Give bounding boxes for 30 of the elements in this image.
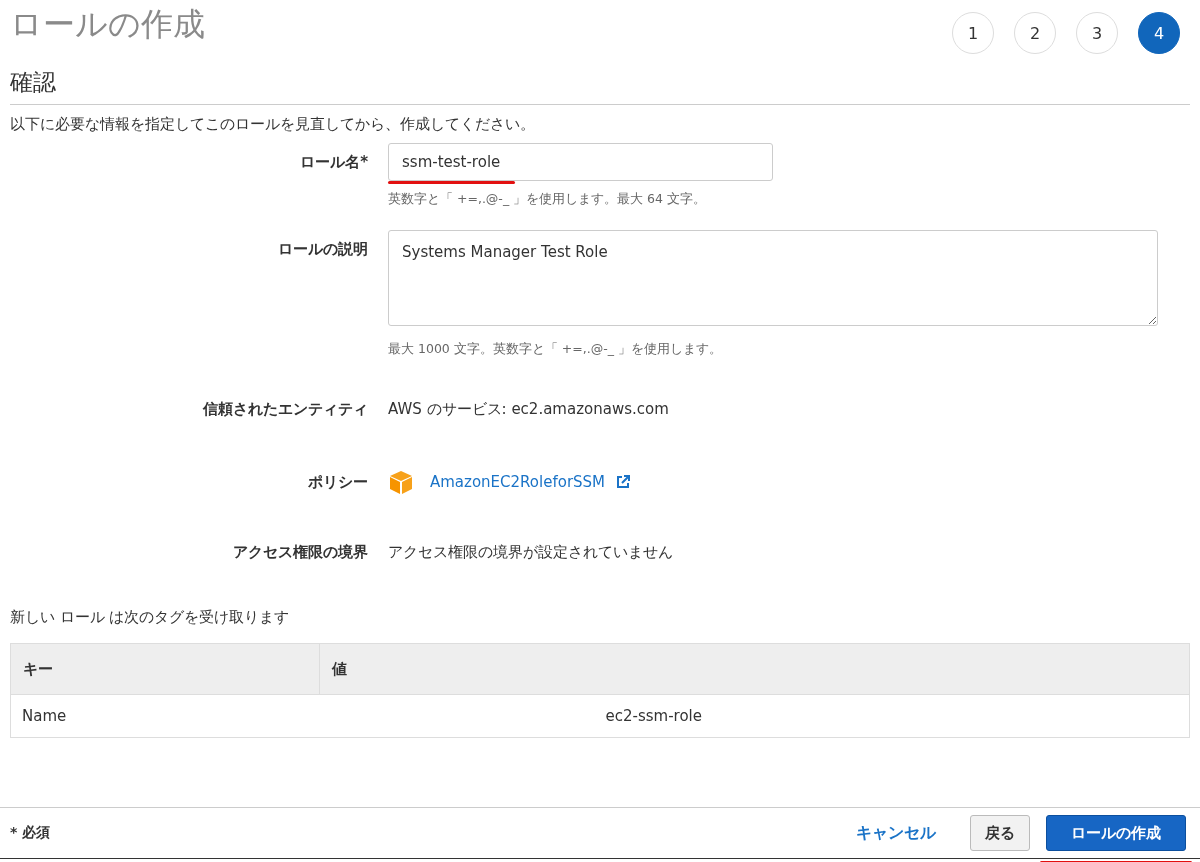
field-label: 信頼されたエンティティ (201, 400, 369, 419)
tags-caption: 新しい ロール は次のタグを受け取ります (10, 608, 291, 627)
trusted-entity-value: AWS のサービス: ec2.amazonaws.com (388, 400, 670, 419)
intro-text: 以下に必要な情報を指定してこのロールを見直してから、作成してください。 (10, 115, 536, 134)
create-role-button[interactable]: ロールの作成 (1046, 815, 1186, 851)
table-cell-text: ec2-ssm-role (605, 707, 703, 725)
field-label: アクセス権限の境界 (232, 543, 369, 562)
hint-text: 英数字と「 +=,.@-_ 」を使用します。最大 64 文字。 (388, 191, 707, 208)
page-title: ロールの作成 (10, 4, 205, 45)
step-indicator: 1 (952, 12, 994, 54)
back-button[interactable]: 戻る (970, 815, 1030, 851)
role-description-field[interactable]: Systems Manager Test Role (388, 230, 1158, 326)
section-heading: 確認 (10, 68, 57, 97)
step-indicator: 4 (1138, 12, 1180, 54)
field-label: ポリシー (307, 472, 369, 492)
table-cell-text: Name (21, 707, 68, 725)
column-header: キー (11, 644, 320, 694)
step-indicator: 2 (1014, 12, 1056, 54)
field-label: ロールの説明 (277, 239, 369, 260)
step-indicator: 3 (1076, 12, 1118, 54)
external-link-icon[interactable] (615, 474, 632, 490)
required-note: * 必須 (10, 824, 51, 842)
permissions-boundary-value: アクセス権限の境界が設定されていません (388, 543, 674, 562)
cancel-link[interactable]: キャンセル (856, 822, 936, 844)
column-header: 値 (330, 659, 348, 680)
role-name-field[interactable]: ssm-test-role (388, 143, 773, 181)
hint-text: 最大 1000 文字。英数字と「 +=,.@-_ 」を使用します。 (388, 341, 723, 358)
field-label: ロール名* (299, 152, 369, 173)
policy-link[interactable]: AmazonEC2RoleforSSM (430, 473, 606, 491)
cube-icon (388, 469, 414, 495)
